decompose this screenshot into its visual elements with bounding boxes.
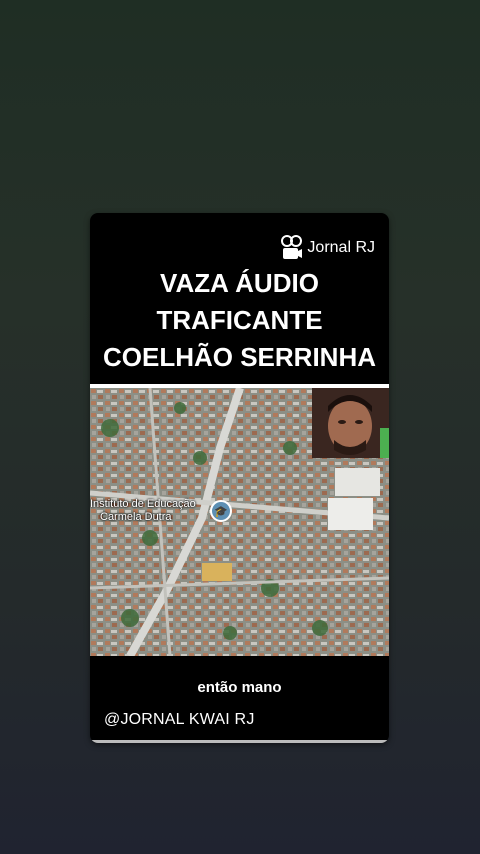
subtitle-caption: então mano	[197, 679, 282, 696]
headline-line-3: COELHÃO SERRINHA	[102, 342, 376, 372]
channel-handle: @JORNAL KWAI RJ	[104, 711, 255, 728]
headline-line-2: TRAFICANTE	[156, 305, 323, 335]
headline-line-1: VAZA ÁUDIO	[160, 268, 319, 298]
speaker-thumbnail	[312, 388, 389, 458]
video-card[interactable]: Jornal RJ VAZA ÁUDIO TRAFICANTE COELHÃO …	[90, 213, 389, 743]
brand-watermark: Jornal RJ	[281, 235, 375, 261]
person-face-image	[312, 388, 389, 458]
progress-bar	[90, 740, 389, 743]
map-place-label: Instituto de Educação Carmela Dutra	[90, 498, 196, 523]
headline: VAZA ÁUDIO TRAFICANTE COELHÃO SERRINHA	[90, 265, 389, 376]
camera-reel-icon	[281, 235, 303, 259]
graduation-cap-icon: 🎓	[210, 500, 232, 522]
brand-name: Jornal RJ	[307, 239, 375, 256]
